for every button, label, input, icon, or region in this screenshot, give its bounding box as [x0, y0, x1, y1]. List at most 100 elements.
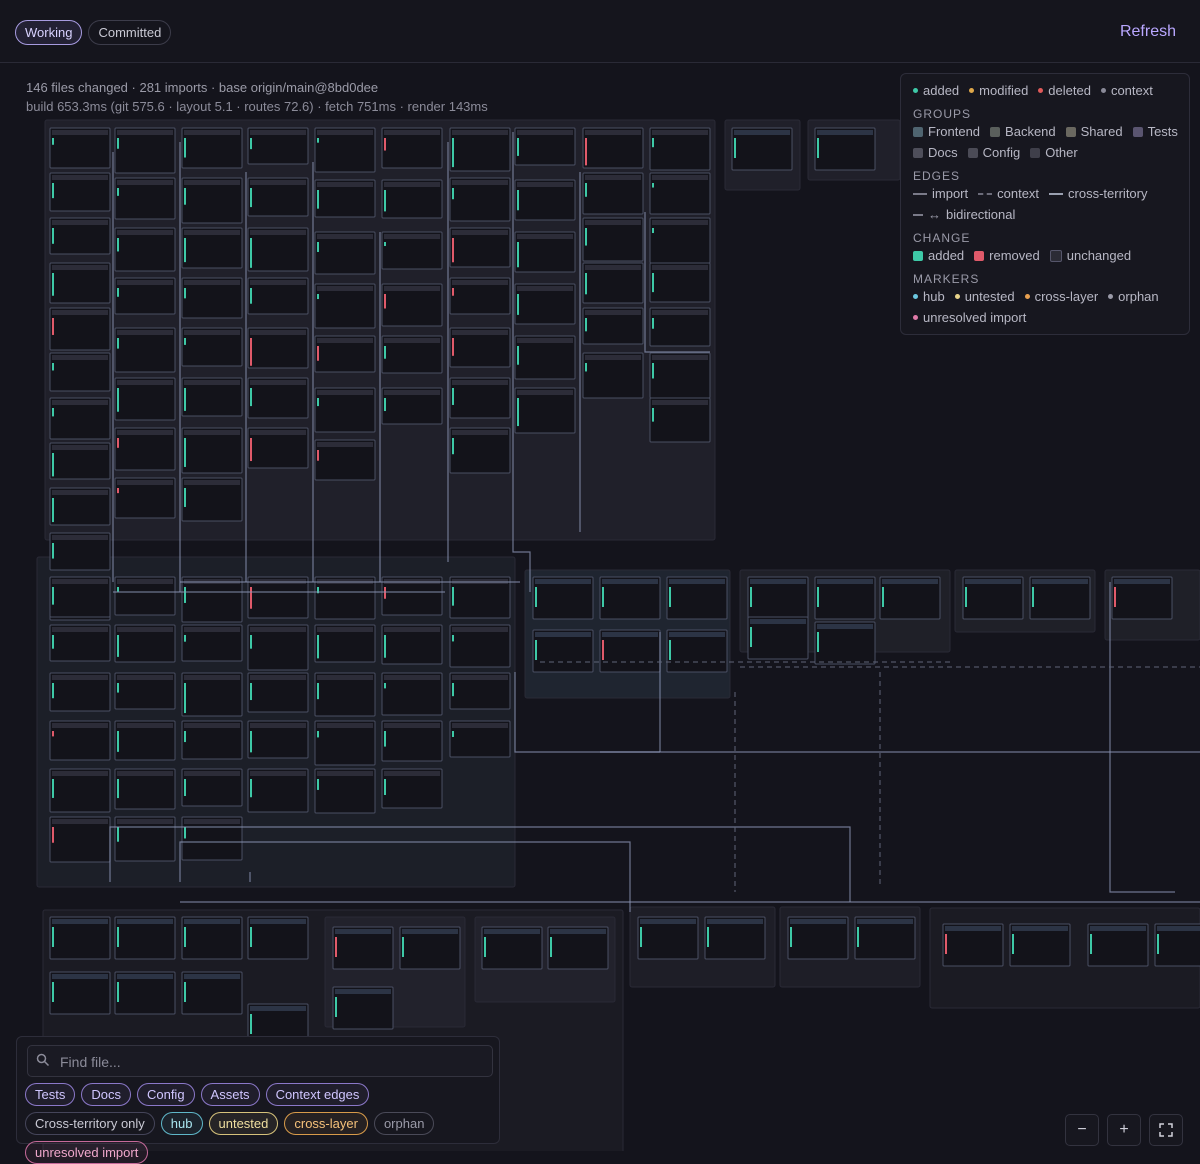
- file-node-change-bar-108: [452, 683, 454, 697]
- file-node-header-31: [250, 330, 306, 335]
- filter-orphan[interactable]: orphan: [373, 1112, 435, 1135]
- file-node-change-bar-97: [317, 635, 319, 659]
- refresh-button[interactable]: Refresh: [1120, 23, 1176, 41]
- file-node-header-20: [184, 180, 240, 185]
- file-node-change-bar-14: [117, 288, 119, 297]
- filter-docs[interactable]: Docs: [81, 1083, 131, 1106]
- file-node-header-30: [250, 280, 306, 285]
- file-node-header-70: [652, 310, 708, 315]
- fit-screen-button[interactable]: [1149, 1114, 1183, 1146]
- filter-config[interactable]: Config: [136, 1083, 195, 1106]
- file-node-header-97: [317, 627, 373, 632]
- bidirectional-line-icon: [913, 213, 923, 216]
- filter-tests[interactable]: Tests: [25, 1083, 76, 1106]
- zoom-in-button[interactable]: +: [1107, 1114, 1141, 1146]
- file-node-extra-header-28: [707, 919, 763, 924]
- file-node-header-99: [317, 723, 373, 728]
- tests-swatch-icon: [1132, 126, 1143, 137]
- file-node-header-80: [117, 627, 173, 632]
- file-node-change-bar-29: [250, 238, 252, 268]
- hub-dot-icon: [913, 294, 918, 299]
- file-node-header-28: [250, 180, 306, 185]
- file-node-header-89: [184, 771, 240, 776]
- filter-cross-territory-only[interactable]: Cross-territory only: [25, 1112, 155, 1135]
- file-node-change-bar-36: [317, 242, 319, 252]
- filter-assets[interactable]: Assets: [200, 1083, 260, 1106]
- legend-change-added: added: [913, 247, 964, 264]
- file-node-header-60: [585, 130, 641, 135]
- file-node-change-bar-43: [384, 242, 386, 247]
- file-node-extra-header-13: [1114, 579, 1170, 584]
- tab-working[interactable]: Working: [15, 20, 83, 45]
- filter-cross-layer[interactable]: cross-layer: [284, 1112, 368, 1135]
- file-node-extra-header-30: [857, 919, 913, 924]
- file-node-extra-header-24: [335, 989, 391, 994]
- filter-context-edges[interactable]: Context edges: [265, 1083, 370, 1106]
- tab-committed[interactable]: Committed: [88, 20, 172, 45]
- file-node-change-bar-13: [117, 238, 119, 252]
- file-node-change-bar-70: [652, 318, 654, 329]
- file-node-header-94: [250, 723, 306, 728]
- file-node-header-13: [117, 230, 173, 235]
- file-node-header-90: [184, 819, 240, 824]
- file-node-extra-header-4: [602, 632, 658, 637]
- file-node-change-bar-92: [250, 635, 252, 649]
- file-node-extra-change-bar-7: [817, 587, 819, 607]
- file-node-header-34: [317, 130, 373, 135]
- file-node-header-14: [117, 280, 173, 285]
- file-node-change-bar-30: [250, 288, 252, 304]
- file-node-header-47: [452, 130, 508, 135]
- file-node-extra-change-bar-5: [669, 640, 671, 660]
- context-dot-icon: [1100, 88, 1106, 93]
- filter-untested[interactable]: untested: [208, 1112, 279, 1135]
- legend-edges-row: import context cross-territory ↔ bidirect…: [913, 185, 1181, 223]
- file-node-change-bar-102: [384, 635, 386, 658]
- file-node-header-37: [317, 286, 373, 291]
- zoom-out-button[interactable]: −: [1065, 1114, 1099, 1146]
- file-node-header-54: [517, 130, 573, 135]
- file-node-header-25: [184, 430, 240, 435]
- file-node-extra-header-10: [817, 624, 873, 629]
- file-node-change-bar-80: [117, 635, 119, 657]
- file-node-header-49: [452, 230, 508, 235]
- untested-dot-icon: [954, 294, 960, 299]
- file-node-change-bar-48: [452, 188, 454, 200]
- find-file-box[interactable]: [27, 1045, 493, 1077]
- file-node-change-bar-57: [517, 294, 519, 315]
- file-node-change-bar-34: [317, 138, 319, 143]
- cross-line-icon: [1049, 192, 1064, 195]
- file-node-header-55: [517, 182, 573, 187]
- file-node-change-bar-52: [452, 388, 454, 405]
- find-file-input[interactable]: [58, 1051, 482, 1073]
- frontend-swatch-icon: [913, 126, 923, 137]
- file-node-header-39: [317, 390, 373, 395]
- file-node-header-22: [184, 280, 240, 285]
- filter-hub[interactable]: hub: [160, 1112, 203, 1135]
- file-node-extra-header-16: [184, 919, 240, 924]
- file-node-extra-change-bar-36: [817, 138, 819, 158]
- file-node-extra-header-33: [1090, 926, 1146, 931]
- legend-groups-row: Frontend Backend Shared Tests Docs Confi…: [913, 123, 1181, 161]
- file-node-change-bar-17: [117, 438, 119, 448]
- file-node-header-57: [517, 286, 573, 291]
- file-node-header-11: [117, 130, 173, 135]
- file-node-extra-change-bar-22: [335, 937, 337, 957]
- file-node-header-102: [384, 627, 440, 632]
- file-node-header-7: [52, 445, 108, 450]
- file-node-header-63: [585, 265, 641, 270]
- file-node-header-52: [452, 380, 508, 385]
- filter-unresolved-import[interactable]: unresolved import: [25, 1141, 149, 1164]
- bidirectional-arrow-icon: ↔: [928, 207, 941, 222]
- file-node-extra-header-29: [790, 919, 846, 924]
- file-node-header-81: [117, 675, 173, 680]
- file-node-extra-header-7: [817, 579, 873, 584]
- file-node-extra-change-bar-17: [250, 927, 252, 947]
- legend-edge-import: import: [913, 185, 968, 202]
- file-node-change-bar-88: [184, 731, 186, 743]
- file-node-header-56: [517, 234, 573, 239]
- file-node-change-bar-18: [117, 488, 119, 494]
- file-node-change-bar-45: [384, 346, 386, 359]
- file-node-change-bar-35: [317, 190, 319, 209]
- file-node-extra-change-bar-2: [669, 587, 671, 607]
- file-node-change-bar-81: [117, 683, 119, 693]
